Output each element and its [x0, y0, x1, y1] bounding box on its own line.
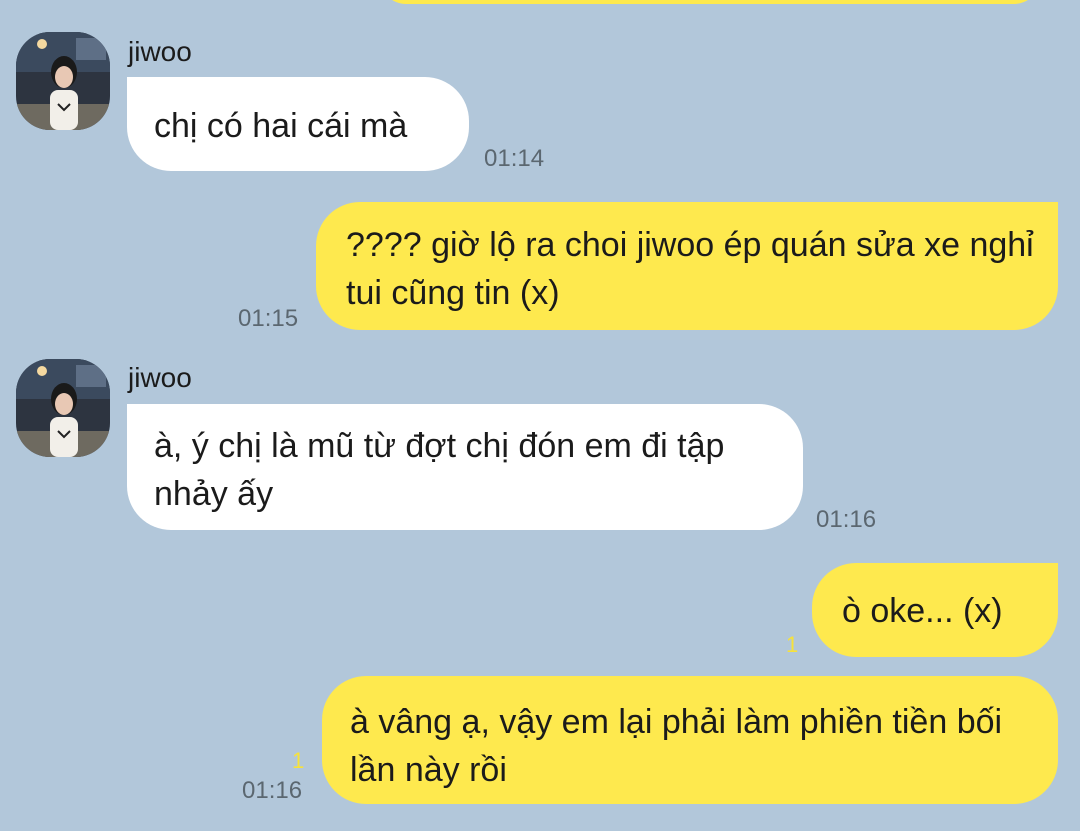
message-bubble-sent[interactable]: ???? giờ lộ ra choi jiwoo ép quán sửa xe…: [316, 202, 1058, 330]
message-text: chị có hai cái mà: [154, 107, 408, 145]
message-text: à, ý chị là mũ từ đợt chị đón em đi tập …: [154, 427, 725, 513]
message-time: 01:14: [484, 145, 545, 172]
unread-count: 1: [292, 748, 305, 773]
message-time: 01:15: [238, 305, 299, 332]
message-bubble-received[interactable]: chị có hai cái mà: [127, 77, 469, 171]
unread-count: 1: [786, 632, 799, 657]
message-text: à vâng ạ, vậy em lại phải làm phiền tiền…: [350, 703, 1003, 789]
message-text: ???? giờ lộ ra choi jiwoo ép quán sửa xe…: [346, 226, 1034, 312]
message-time: 01:16: [242, 777, 303, 804]
avatar[interactable]: [16, 359, 110, 457]
message-time: 01:16: [816, 506, 877, 533]
profile-photo-icon: [16, 359, 110, 457]
sender-name: jiwoo: [128, 36, 192, 67]
avatar[interactable]: [16, 32, 110, 130]
message-bubble-partial[interactable]: [380, 0, 1040, 4]
profile-photo-icon: [16, 32, 110, 130]
sender-name: jiwoo: [128, 362, 192, 393]
message-bubble-sent[interactable]: ò oke... (x): [812, 563, 1058, 657]
chat-view[interactable]: jiwoo chị có hai cái mà 01:14 ???? giờ l…: [0, 0, 1080, 831]
message-bubble-received[interactable]: à, ý chị là mũ từ đợt chị đón em đi tập …: [127, 404, 803, 530]
message-bubble-sent[interactable]: à vâng ạ, vậy em lại phải làm phiền tiền…: [322, 676, 1058, 804]
message-text: ò oke... (x): [842, 592, 1003, 630]
